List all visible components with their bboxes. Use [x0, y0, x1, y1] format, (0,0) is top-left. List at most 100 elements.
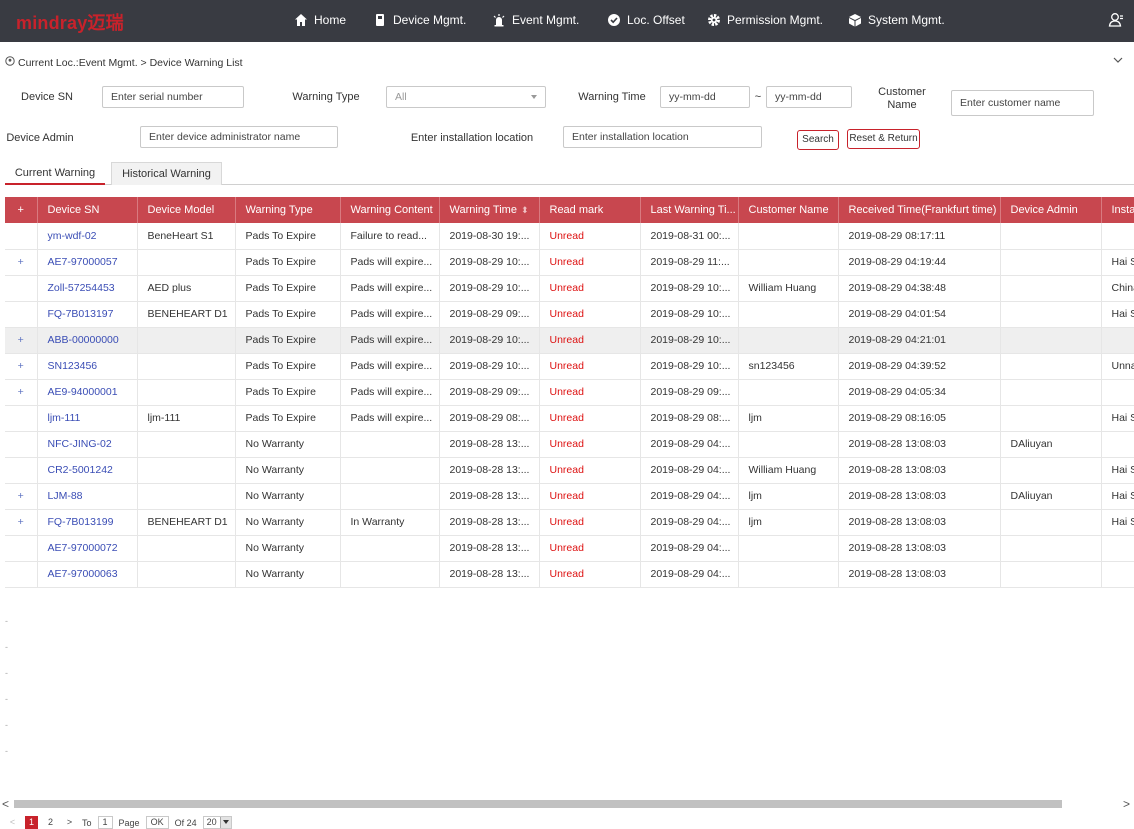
expand-toggle[interactable]: +	[5, 327, 38, 354]
table-row[interactable]: CR2-5001242 No Warranty 2019-08-28 13:... U…	[5, 457, 1134, 484]
table-row[interactable]: AE7-97000072 No Warranty 2019-08-28 13:...…	[5, 535, 1134, 562]
page-number-input[interactable]: 1	[97, 816, 113, 829]
col-read-mark[interactable]: Read mark	[539, 197, 641, 223]
last-warning-time-cell: 2019-08-29 10:...	[640, 353, 739, 380]
device-model-cell: AED plus	[137, 275, 236, 302]
expand-toggle[interactable]	[5, 223, 38, 250]
device-sn-cell[interactable]: LJM-88	[37, 483, 138, 510]
expand-toggle[interactable]: +	[5, 483, 38, 510]
col-last-warning-time[interactable]: Last Warning Ti...	[640, 197, 739, 223]
device-sn-cell[interactable]: ljm-111	[37, 405, 138, 432]
device-sn-cell[interactable]: AE7-97000057	[37, 249, 138, 276]
nav-system-mgmt[interactable]: System Mgmt.	[848, 13, 945, 27]
total-pages-label: Of 24	[174, 817, 197, 828]
expand-toggle[interactable]: +	[5, 249, 38, 276]
device-sn-cell[interactable]: ym-wdf-02	[37, 223, 138, 250]
warning-content-cell: Pads will expire...	[340, 327, 440, 354]
device-sn-input[interactable]	[102, 86, 244, 108]
table-row[interactable]: FQ-7B013197 BENEHEART D1 Pads To Expire Pad…	[5, 301, 1134, 328]
tab-historical-warning[interactable]: Historical Warning	[111, 162, 222, 185]
col-installation[interactable]: Install	[1101, 197, 1134, 223]
read-mark-cell: Unread	[539, 327, 641, 354]
col-device-admin[interactable]: Device Admin	[1000, 197, 1102, 223]
device-sn-cell[interactable]: CR2-5001242	[37, 457, 138, 484]
device-sn-cell[interactable]: FQ-7B013197	[37, 301, 138, 328]
table-body: ym-wdf-02 BeneHeart S1 Pads To Expire Failu…	[5, 223, 1134, 588]
user-icon[interactable]	[1108, 12, 1124, 28]
read-mark-cell: Unread	[539, 561, 641, 588]
table-row[interactable]: Zoll-57254453 AED plus Pads To Expire Pads …	[5, 275, 1134, 302]
nav-event-mgmt[interactable]: Event Mgmt.	[492, 13, 579, 27]
col-warning-type[interactable]: Warning Type	[235, 197, 341, 223]
expand-toggle[interactable]	[5, 457, 38, 484]
installation-cell	[1101, 535, 1134, 562]
table-row[interactable]: + SN123456 Pads To Expire Pads will expire.…	[5, 353, 1134, 380]
expand-toggle[interactable]	[5, 275, 38, 302]
table-row[interactable]: + AE7-97000057 Pads To Expire Pads will exp…	[5, 249, 1134, 276]
prev-page-button[interactable]: <	[6, 816, 19, 829]
warning-time-cell: 2019-08-29 10:...	[439, 249, 540, 276]
expand-toggle[interactable]	[5, 405, 38, 432]
col-customer-name[interactable]: Customer Name	[738, 197, 839, 223]
date-to-input[interactable]	[766, 86, 852, 108]
expand-toggle[interactable]: +	[5, 379, 38, 406]
device-sn-cell[interactable]: Zoll-57254453	[37, 275, 138, 302]
scroll-left-arrow[interactable]: <	[2, 798, 9, 810]
device-sn-cell[interactable]: ABB-00000000	[37, 327, 138, 354]
installation-cell	[1101, 379, 1134, 406]
page-size-select[interactable]: 20	[202, 816, 232, 829]
customer-name-input[interactable]	[951, 90, 1094, 116]
chevron-down-icon[interactable]	[1112, 54, 1124, 66]
table-row[interactable]: ljm-111 ljm-111 Pads To Expire Pads will ex…	[5, 405, 1134, 432]
table-row[interactable]: + ABB-00000000 Pads To Expire Pads will exp…	[5, 327, 1134, 354]
table-row[interactable]: NFC-JING-02 No Warranty 2019-08-28 13:... U…	[5, 431, 1134, 458]
col-warning-time[interactable]: Warning Time ⬍	[439, 197, 540, 223]
col-device-sn[interactable]: Device SN	[37, 197, 138, 223]
expand-toggle[interactable]	[5, 431, 38, 458]
customer-name-cell: William Huang	[738, 275, 839, 302]
goto-ok-button[interactable]: OK	[145, 816, 169, 829]
nav-loc-offset[interactable]: Loc. Offset	[607, 13, 685, 27]
device-sn-cell[interactable]: FQ-7B013199	[37, 509, 138, 536]
page-1-button[interactable]: 1	[25, 816, 38, 829]
col-warning-content[interactable]: Warning Content	[340, 197, 440, 223]
next-page-button[interactable]: >	[63, 816, 76, 829]
table-row[interactable]: + LJM-88 No Warranty 2019-08-28 13:... Unrea…	[5, 483, 1134, 510]
installation-cell: Hai Si	[1101, 509, 1134, 536]
table-row[interactable]: ym-wdf-02 BeneHeart S1 Pads To Expire Failu…	[5, 223, 1134, 250]
device-sn-cell[interactable]: AE7-97000072	[37, 535, 138, 562]
received-time-cell: 2019-08-29 08:16:05	[838, 405, 1001, 432]
expand-toggle[interactable]: +	[5, 509, 38, 536]
device-sn-cell[interactable]: NFC-JING-02	[37, 431, 138, 458]
expand-toggle[interactable]: +	[5, 353, 38, 380]
table-row[interactable]: + AE9-94000001 Pads To Expire Pads will exp…	[5, 379, 1134, 406]
tab-current-warning[interactable]: Current Warning	[5, 162, 105, 185]
nav-home[interactable]: Home	[294, 13, 346, 27]
customer-name-cell	[738, 223, 839, 250]
warning-type-select[interactable]: All	[386, 86, 546, 108]
search-button[interactable]: Search	[797, 130, 839, 150]
page-2-button[interactable]: 2	[44, 816, 57, 829]
nav-permission-mgmt[interactable]: Permission Mgmt.	[707, 13, 823, 27]
expand-toggle[interactable]	[5, 301, 38, 328]
expand-all-header[interactable]: +	[5, 197, 38, 223]
device-sn-cell[interactable]: AE9-94000001	[37, 379, 138, 406]
table-row[interactable]: + FQ-7B013199 BENEHEART D1 No Warranty In Wa…	[5, 509, 1134, 536]
empty-row-marker: -	[5, 694, 8, 704]
device-sn-cell[interactable]: AE7-97000063	[37, 561, 138, 588]
table-row[interactable]: AE7-97000063 No Warranty 2019-08-28 13:...…	[5, 561, 1134, 588]
col-received-time[interactable]: Received Time(Frankfurt time)	[838, 197, 1001, 223]
device-admin-input[interactable]	[140, 126, 338, 148]
sort-icon[interactable]: ⬍	[521, 205, 529, 216]
scroll-right-arrow[interactable]: >	[1123, 798, 1130, 810]
expand-toggle[interactable]	[5, 535, 38, 562]
expand-toggle[interactable]	[5, 561, 38, 588]
date-from-input[interactable]	[660, 86, 750, 108]
installation-location-input[interactable]	[563, 126, 762, 148]
nav-device-mgmt[interactable]: Device Mgmt.	[373, 13, 466, 27]
reset-return-button[interactable]: Reset & Return	[847, 129, 920, 149]
col-device-model[interactable]: Device Model	[137, 197, 236, 223]
scroll-thumb[interactable]	[14, 800, 1062, 808]
horizontal-scrollbar[interactable]: < >	[0, 798, 1134, 810]
device-sn-cell[interactable]: SN123456	[37, 353, 138, 380]
